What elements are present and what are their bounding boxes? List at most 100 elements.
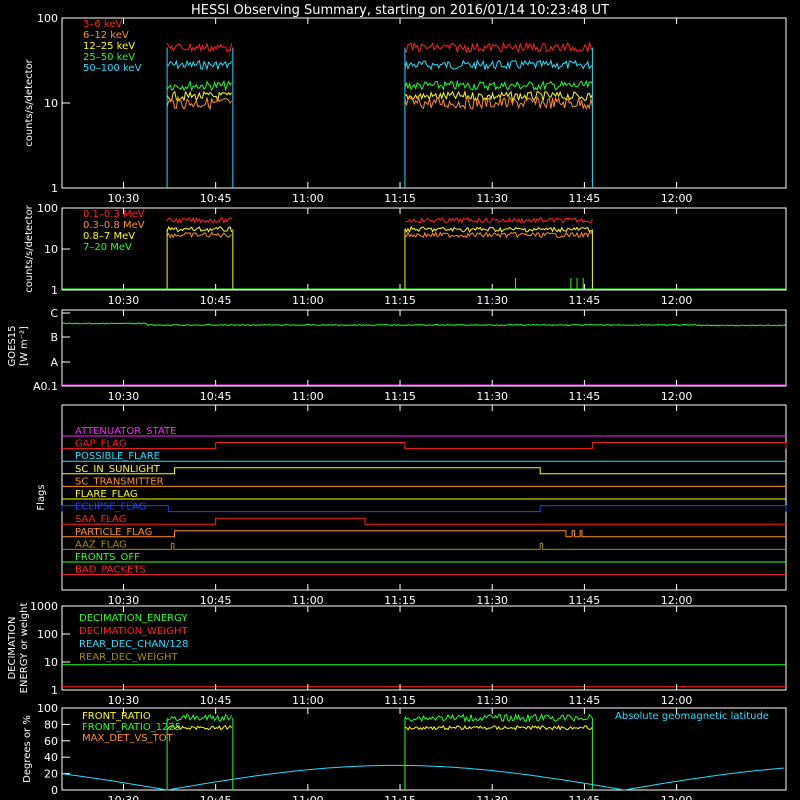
y-tick-label: C	[50, 307, 58, 320]
flag-line	[62, 442, 787, 450]
y-tick-label: 1	[51, 182, 58, 195]
x-tick-label: 10:45	[200, 794, 232, 800]
series-line	[166, 79, 593, 92]
y-tick-label: 1000	[30, 600, 58, 613]
series-line	[166, 712, 593, 723]
x-tick-label: 10:30	[108, 694, 140, 707]
flag-label: FLARE_FLAG	[75, 489, 138, 500]
series-line	[166, 724, 593, 731]
y-tick-label: 10	[44, 243, 58, 256]
legend-entry: 6–12 keV	[83, 30, 129, 41]
series-line	[166, 225, 593, 234]
y-tick-label: 0	[51, 784, 58, 797]
x-tick-label: 11:15	[384, 794, 416, 800]
legend-entry: REAR_DEC_CHAN/128	[79, 639, 188, 650]
x-tick-label: 10:30	[108, 594, 140, 607]
series-line	[61, 764, 785, 791]
x-tick-label: 11:45	[569, 694, 601, 707]
y-axis-label: counts/s/detector	[24, 58, 35, 146]
flag-label: BAD_PACKETS	[75, 565, 146, 576]
panel-frame	[61, 207, 787, 291]
legend-entry: DECIMATION_WEIGHT	[79, 626, 188, 637]
x-tick-label: 11:15	[384, 390, 416, 403]
y-tick-label: 100	[37, 202, 58, 215]
x-tick-label: 11:30	[476, 694, 508, 707]
x-tick-label: 12:00	[661, 694, 693, 707]
flag-label: SAA_FLAG	[75, 514, 126, 525]
flag-line	[62, 467, 786, 475]
series-line	[166, 216, 593, 225]
series-line	[166, 90, 593, 103]
flag-label: AAZ_FLAG	[75, 539, 127, 550]
y-axis-label-units: [W m⁻²]	[19, 326, 30, 366]
legend-entry: DECIMATION_ENERGY	[79, 613, 188, 624]
flag-label: FRONTS_OFF	[75, 552, 140, 563]
y-tick-label: 1	[51, 284, 58, 297]
chart-title: HESSI Observing Summary, starting on 201…	[191, 3, 609, 18]
legend-entry: 12–25 keV	[83, 41, 135, 52]
legend-entry: 50–100 keV	[83, 63, 142, 74]
x-tick-label: 11:00	[292, 794, 324, 800]
y-tick-label: A0.1	[33, 380, 58, 393]
y-tick-label: 100	[37, 702, 58, 715]
y-axis-label: Flags	[36, 484, 47, 510]
x-tick-label: 11:30	[476, 390, 508, 403]
x-tick-label: 11:15	[384, 294, 416, 307]
y-axis-label: DECIMATION	[7, 616, 18, 679]
flag-label: ATTENUATOR_STATE	[75, 426, 176, 437]
y-tick-label: 100	[37, 628, 58, 641]
flag-label: ECLIPSE_FLAG	[75, 502, 146, 513]
y-axis-label: GOES15	[7, 325, 18, 366]
series-line	[166, 231, 593, 239]
x-tick-label: 11:45	[569, 192, 601, 205]
series-line	[61, 322, 786, 327]
legend-entry: 0.3–0.8 MeV	[83, 220, 145, 231]
x-tick-label: 12:00	[661, 294, 693, 307]
series-line	[166, 95, 593, 111]
x-tick-label: 10:30	[108, 794, 140, 800]
x-tick-label: 10:45	[200, 694, 232, 707]
y-tick-label: 40	[44, 751, 58, 764]
flag-line	[62, 530, 786, 538]
x-tick-label: 11:30	[476, 794, 508, 800]
y-axis-label: Degrees or %	[22, 715, 33, 783]
x-tick-label: 12:00	[661, 594, 693, 607]
y-axis-label-2: ENERGY or weight	[19, 603, 30, 694]
x-tick-label: 11:45	[569, 390, 601, 403]
x-tick-label: 10:45	[200, 390, 232, 403]
x-tick-label: 11:00	[292, 390, 324, 403]
x-tick-label: 11:00	[292, 192, 324, 205]
x-tick-label: 11:15	[384, 694, 416, 707]
legend-entry: FRONT_RATIO_1225	[82, 722, 181, 733]
legend-entry: REAR_DEC_WEIGHT	[79, 652, 178, 663]
x-tick-label: 10:45	[200, 294, 232, 307]
y-tick-label: 10	[44, 656, 58, 669]
x-tick-label: 11:45	[569, 594, 601, 607]
x-tick-label: 11:45	[569, 794, 601, 800]
x-tick-label: 10:30	[108, 390, 140, 403]
x-tick-label: 10:45	[200, 594, 232, 607]
flag-label: PARTICLE_FLAG	[75, 527, 152, 538]
y-tick-label: 60	[44, 735, 58, 748]
series-line	[166, 41, 593, 54]
flag-line	[61, 505, 787, 513]
series-line	[166, 58, 593, 71]
panel-frame	[61, 309, 787, 387]
legend-entry: 0.8–7 MeV	[83, 231, 135, 242]
x-tick-label: 11:00	[292, 594, 324, 607]
flag-label: SC_IN_SUNLIGHT	[75, 464, 161, 475]
y-tick-label: A	[50, 356, 58, 369]
x-tick-label: 11:15	[384, 192, 416, 205]
legend-entry: FRONT_RATIO	[82, 711, 151, 722]
hessi-summary-chart: HESSI Observing Summary, starting on 201…	[7, 3, 787, 800]
legend-entry: MAX_DET_VS_TOT	[82, 733, 174, 744]
x-tick-label: 11:15	[384, 594, 416, 607]
flag-label: GAP_FLAG	[75, 439, 127, 450]
y-tick-label: 10	[44, 97, 58, 110]
x-tick-label: 12:00	[661, 192, 693, 205]
x-tick-label: 10:30	[108, 192, 140, 205]
x-tick-label: 12:00	[661, 390, 693, 403]
x-tick-label: 11:45	[569, 294, 601, 307]
flag-label: POSSIBLE_FLARE	[75, 451, 160, 462]
x-tick-label: 11:30	[476, 294, 508, 307]
